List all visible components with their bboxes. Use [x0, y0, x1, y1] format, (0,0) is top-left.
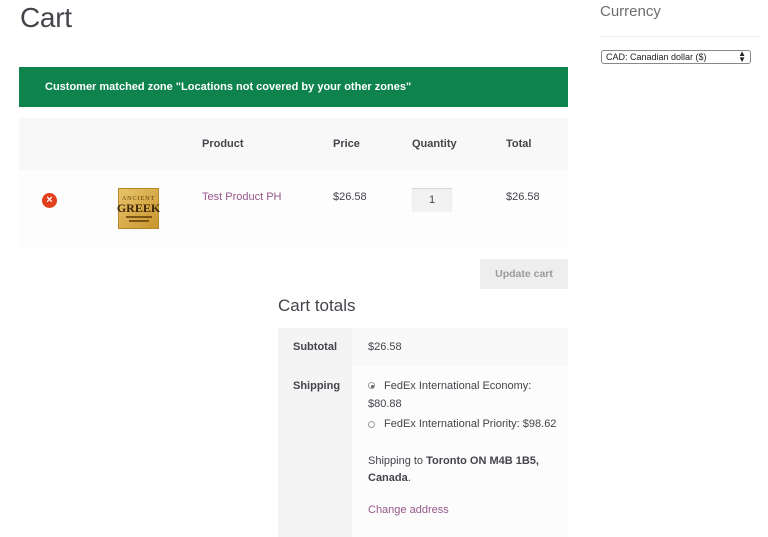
shipping-to-country: Canada [368, 472, 408, 484]
table-row [19, 170, 568, 248]
page-title: Cart [20, 2, 72, 33]
currency-widget-title: Currency [600, 3, 661, 20]
thumbnail-line [125, 215, 152, 218]
shipping-option-economy-price: $80.88 [368, 398, 402, 410]
cart-totals-title: Cart totals [278, 296, 356, 315]
currency-select-value: CAD: Canadian dollar ($) [606, 52, 707, 62]
shipping-option-priority-label[interactable]: FedEx International Priority: $98.62 [384, 418, 556, 430]
update-cart-button[interactable]: Update cart [480, 259, 568, 289]
product-subtotal: $26.58 [506, 191, 540, 203]
currency-select[interactable]: CAD: Canadian dollar ($) ▲ ▼ [601, 50, 751, 64]
totals-label-column [278, 328, 352, 537]
shipping-label: Shipping [293, 380, 341, 392]
shipping-option-priority-radio[interactable] [368, 421, 375, 428]
subtotal-label: Subtotal [293, 341, 337, 353]
product-price: $26.58 [333, 191, 367, 203]
select-arrows-icon: ▲ ▼ [738, 49, 746, 64]
product-name-link[interactable]: Test Product PH [202, 191, 281, 203]
shipping-destination: Shipping to Toronto ON M4B 1B5, Canada. [368, 455, 539, 484]
column-header-quantity: Quantity [412, 138, 457, 150]
shipping-to-city: Toronto ON M4B 1B5, [426, 455, 539, 467]
shipping-option-economy-label[interactable]: FedEx International Economy: [384, 380, 531, 392]
product-thumbnail[interactable]: ANCIENT GREEK [116, 188, 161, 229]
cart-table-header [19, 118, 568, 170]
zone-notice: Customer matched zone "Locations not cov… [19, 67, 568, 107]
subtotal-value: $26.58 [368, 341, 402, 353]
shipping-option-economy-radio[interactable] [368, 382, 375, 389]
remove-item-icon[interactable]: × [42, 193, 57, 208]
shipping-to-prefix: Shipping to [368, 455, 427, 467]
column-header-price: Price [333, 138, 360, 150]
thumbnail-title: GREEK [116, 200, 161, 215]
column-header-product: Product [202, 138, 244, 150]
thumbnail-line [128, 219, 149, 222]
quantity-input[interactable]: 1 [412, 188, 452, 212]
sidebar-divider [600, 36, 760, 37]
column-header-total: Total [506, 138, 532, 150]
change-address-link[interactable]: Change address [368, 504, 449, 516]
zone-notice-text: Customer matched zone "Locations not cov… [45, 81, 412, 93]
